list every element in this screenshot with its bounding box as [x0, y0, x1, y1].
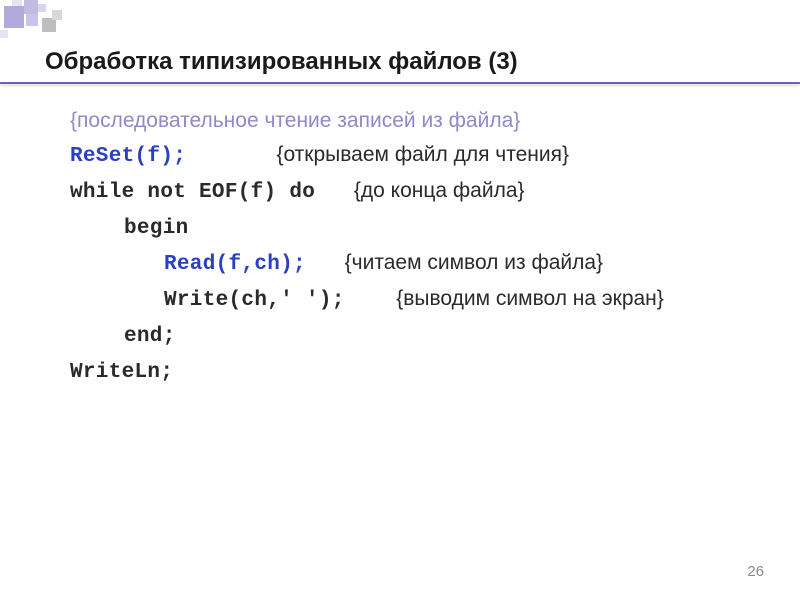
comment-text: {до конца файла} [354, 179, 525, 202]
line-3: while not EOF(f) do {до конца файла} [70, 174, 664, 210]
code-begin: begin [124, 217, 189, 240]
line-1: {последовательное чтение записей из файл… [70, 104, 664, 138]
line-4: begin [70, 210, 664, 246]
code-write: Write(ch,' '); [164, 289, 345, 312]
line-7: end; [70, 318, 664, 354]
comment-text: {открываем файл для чтения} [276, 143, 569, 166]
code-while: while not EOF(f) do [70, 181, 315, 204]
page-number: 26 [747, 563, 764, 580]
slide-body: {последовательное чтение записей из файл… [70, 104, 664, 390]
slide-title: Обработка типизированных файлов (3) [45, 48, 518, 76]
code-reset: ReSet(f); [70, 145, 186, 168]
title-underline [0, 82, 800, 84]
comment-text: {читаем символ из файла} [345, 251, 603, 274]
line-2: ReSet(f); {открываем файл для чтения} [70, 138, 664, 174]
code-read: Read(f,ch); [164, 253, 306, 276]
line-6: Write(ch,' '); {выводим символ на экран} [70, 282, 664, 318]
code-end: end; [124, 325, 176, 348]
line-5: Read(f,ch); {читаем символ из файла} [70, 246, 664, 282]
comment-text: {последовательное чтение записей из файл… [70, 109, 520, 132]
line-8: WriteLn; [70, 354, 664, 390]
comment-text: {выводим символ на экран} [396, 287, 664, 310]
code-writeln: WriteLn; [70, 361, 173, 384]
